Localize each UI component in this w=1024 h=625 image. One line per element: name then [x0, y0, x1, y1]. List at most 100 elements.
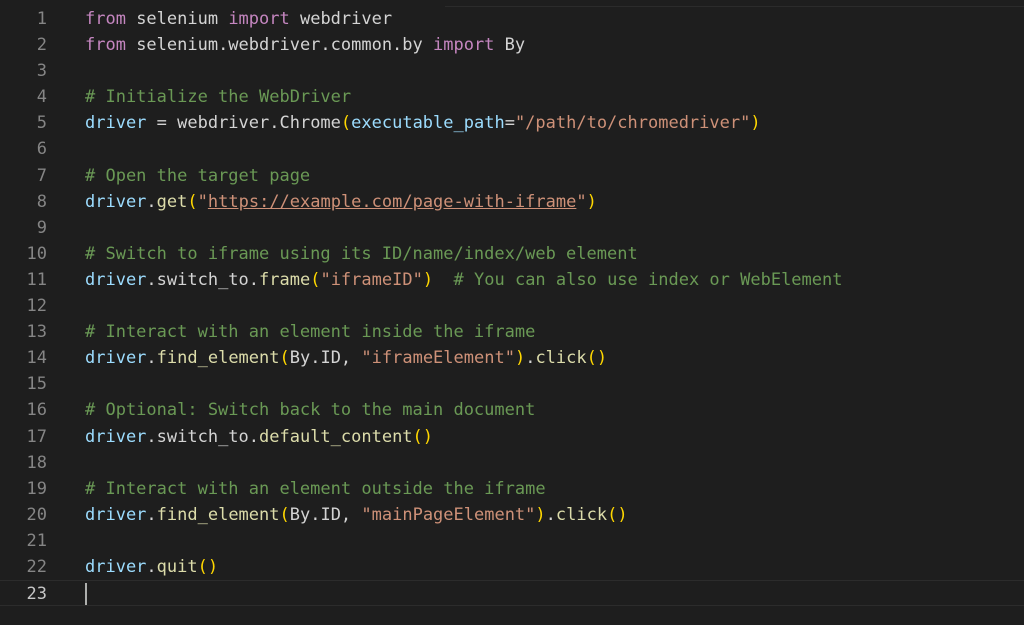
code-line[interactable]: 18	[0, 450, 1024, 476]
line-content[interactable]: driver.quit()	[85, 554, 218, 580]
line-content[interactable]: driver.get( "https://example.com/page-wit…	[85, 189, 597, 215]
code-line[interactable]: 19 # Interact with an element outside the…	[0, 476, 1024, 502]
code-line[interactable]: 1 from selenium import webdriver	[0, 6, 1024, 32]
code-line[interactable]: 11 driver.switch_to.frame("iframeID") # Y…	[0, 267, 1024, 293]
code-line[interactable]: 22 driver.quit()	[0, 554, 1024, 580]
line-content[interactable]: driver.switch_to.default_content()	[85, 424, 433, 450]
code-token-plain: .	[146, 191, 157, 212]
line-number: 3	[36, 61, 47, 82]
line-number: 15	[26, 374, 47, 395]
code-token-plain: By.ID,	[289, 504, 362, 525]
line-content[interactable]: driver = webdriver.Chrome(executable_pat…	[85, 110, 761, 136]
code-token-plain: = webdriver.	[146, 113, 280, 134]
code-line[interactable]: 4 # Initialize the WebDriver	[0, 84, 1024, 110]
line-content[interactable]: # Open the target page	[85, 163, 310, 189]
line-number: 22	[26, 556, 47, 577]
line-content[interactable]	[85, 581, 87, 607]
code-token-var: driver	[85, 556, 147, 577]
code-token-plain: .	[525, 348, 536, 369]
line-content[interactable]: driver.find_element(By.ID, "mainPageElem…	[85, 502, 628, 528]
code-token-plain: selenium.webdriver.common.by	[125, 35, 433, 56]
line-number: 20	[26, 504, 47, 525]
code-token-url: https://example.com/page-with-iframe	[207, 191, 577, 212]
code-token-fn: click	[535, 348, 587, 369]
code-token-kw: from	[85, 9, 126, 29]
code-line[interactable]: 3	[0, 58, 1024, 84]
line-number: 7	[36, 165, 47, 186]
line-number: 1	[36, 9, 47, 29]
code-token-plain: .switch_to.	[146, 426, 260, 447]
code-token-plain: =	[504, 113, 515, 134]
line-content[interactable]: from selenium.webdriver.common.by import…	[85, 32, 525, 58]
code-line[interactable]: 21	[0, 528, 1024, 554]
code-token-var: driver	[85, 348, 147, 369]
line-content[interactable]: # Switch to iframe using its ID/name/ind…	[85, 241, 638, 267]
line-number: 8	[36, 191, 47, 212]
line-content[interactable]: # Interact with an element inside the if…	[85, 319, 535, 345]
code-token-cmt: # Switch to iframe using its ID/name/ind…	[85, 243, 638, 264]
line-content[interactable]: driver.switch_to.frame("iframeID") # You…	[85, 267, 842, 293]
code-token-cmt: # Optional: Switch back to the main docu…	[85, 400, 536, 421]
line-content[interactable]: # Interact with an element outside the i…	[85, 476, 546, 502]
line-number: 18	[26, 452, 47, 473]
code-token-str: "	[576, 191, 587, 212]
line-number: 11	[26, 269, 47, 290]
code-token-p1: )	[422, 269, 434, 290]
code-token-var: driver	[85, 269, 147, 290]
code-token-fn: get	[156, 191, 188, 212]
code-line[interactable]: 8 driver.get( "https://example.com/page-wi…	[0, 189, 1024, 215]
code-line[interactable]: 12	[0, 293, 1024, 319]
code-token-p1: )	[514, 348, 526, 369]
line-number: 16	[26, 400, 47, 421]
line-content[interactable]: # Initialize the WebDriver	[85, 84, 351, 110]
code-line[interactable]: 13 # Interact with an element inside the …	[0, 319, 1024, 345]
code-token-p1: )	[535, 504, 546, 525]
code-line[interactable]: 16 # Optional: Switch back to the main do…	[0, 397, 1024, 423]
code-token-var: driver	[85, 426, 147, 447]
code-token-p1: (	[279, 504, 290, 525]
code-token-p1: ()	[586, 348, 608, 369]
code-line[interactable]: 20 driver.find_element(By.ID, "mainPageEl…	[0, 502, 1024, 528]
code-token-kw: import	[228, 9, 290, 29]
code-token-p1: (	[187, 191, 198, 212]
code-line[interactable]: 23	[0, 580, 1024, 607]
code-token-p1: ()	[607, 504, 628, 525]
line-content[interactable]: # Optional: Switch back to the main docu…	[85, 397, 535, 423]
code-token-plain: By.ID,	[289, 348, 362, 369]
code-token-var: driver	[85, 191, 147, 212]
line-number: 5	[36, 113, 47, 134]
line-content[interactable]: driver.find_element(By.ID, "iframeElemen…	[85, 345, 607, 371]
line-number: 12	[26, 296, 47, 317]
code-line[interactable]: 10 # Switch to iframe using its ID/name/i…	[0, 241, 1024, 267]
code-token-p1: )	[586, 191, 597, 212]
code-line[interactable]: 17 driver.switch_to.default_content()	[0, 424, 1024, 450]
code-token-plain: .	[146, 556, 157, 577]
code-lines[interactable]: 1 from selenium import webdriver 2 from sel…	[0, 6, 1024, 607]
line-number: 14	[26, 348, 47, 369]
code-editor[interactable]: 1 from selenium import webdriver 2 from sel…	[0, 0, 1024, 625]
line-number: 21	[26, 530, 47, 551]
code-token-kw: from	[85, 35, 126, 56]
code-token-p1: ()	[412, 426, 434, 447]
code-token-fn: frame	[259, 269, 311, 290]
line-number: 17	[26, 426, 47, 447]
code-line[interactable]: 15	[0, 371, 1024, 397]
code-line[interactable]: 7 # Open the target page	[0, 163, 1024, 189]
text-cursor	[85, 583, 87, 606]
code-line[interactable]: 6	[0, 136, 1024, 162]
code-token-fn: find_element	[156, 348, 280, 369]
code-line[interactable]: 5 driver = webdriver.Chrome(executable_pa…	[0, 110, 1024, 136]
line-content[interactable]: from selenium import webdriver	[85, 6, 392, 32]
code-token-var: executable_path	[351, 113, 505, 134]
code-token-plain: selenium	[125, 9, 229, 29]
line-number: 19	[26, 478, 47, 499]
code-token-cmt: # Open the target page	[85, 165, 311, 186]
code-line[interactable]: 2 from selenium.webdriver.common.by impor…	[0, 32, 1024, 58]
code-line[interactable]: 14 driver.find_element(By.ID, "iframeElem…	[0, 345, 1024, 371]
code-token-plain: .	[146, 348, 157, 369]
code-token-cmt: # Interact with an element inside the if…	[85, 322, 536, 343]
line-number: 9	[36, 217, 47, 238]
code-token-plain: By	[494, 35, 526, 56]
code-line[interactable]: 9	[0, 215, 1024, 241]
